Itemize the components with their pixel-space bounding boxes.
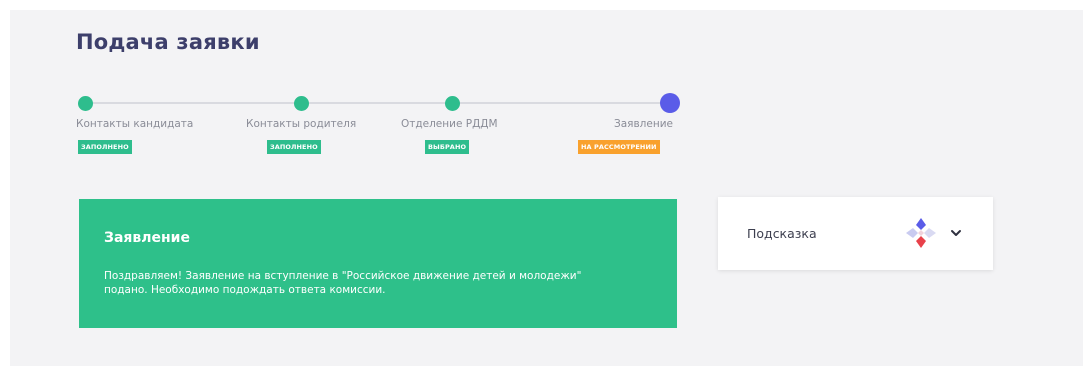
step-dot-parent-contacts: [294, 96, 309, 111]
hint-dropdown[interactable]: Подсказка: [718, 197, 993, 270]
status-badge-candidate-contacts: ЗАПОЛНЕНО: [78, 140, 132, 154]
application-card-message: Поздравляем! Заявление на вступление в "…: [104, 270, 582, 296]
step-label-candidate-contacts[interactable]: Контакты кандидата: [76, 118, 193, 130]
status-badge-branch: ВЫБРАНО: [425, 140, 470, 154]
brand-logo-icon: [906, 218, 936, 248]
step-dot-candidate-contacts: [78, 96, 93, 111]
application-card-title: Заявление: [104, 230, 190, 246]
application-status-card: Заявление Поздравляем! Заявление на всту…: [79, 199, 677, 328]
step-dot-application: [660, 93, 680, 113]
page-title: Подача заявки: [76, 30, 260, 54]
step-label-parent-contacts[interactable]: Контакты родителя: [246, 118, 356, 130]
step-dot-branch: [445, 96, 460, 111]
status-badge-application: НА РАССМОТРЕНИИ: [578, 140, 660, 154]
chevron-down-icon[interactable]: [950, 227, 962, 239]
stepper-track: [85, 102, 673, 104]
hint-label: Подсказка: [747, 226, 817, 241]
status-badge-parent-contacts: ЗАПОЛНЕНО: [267, 140, 321, 154]
step-label-branch[interactable]: Отделение РДДМ: [401, 118, 498, 130]
step-label-application[interactable]: Заявление: [614, 118, 673, 130]
